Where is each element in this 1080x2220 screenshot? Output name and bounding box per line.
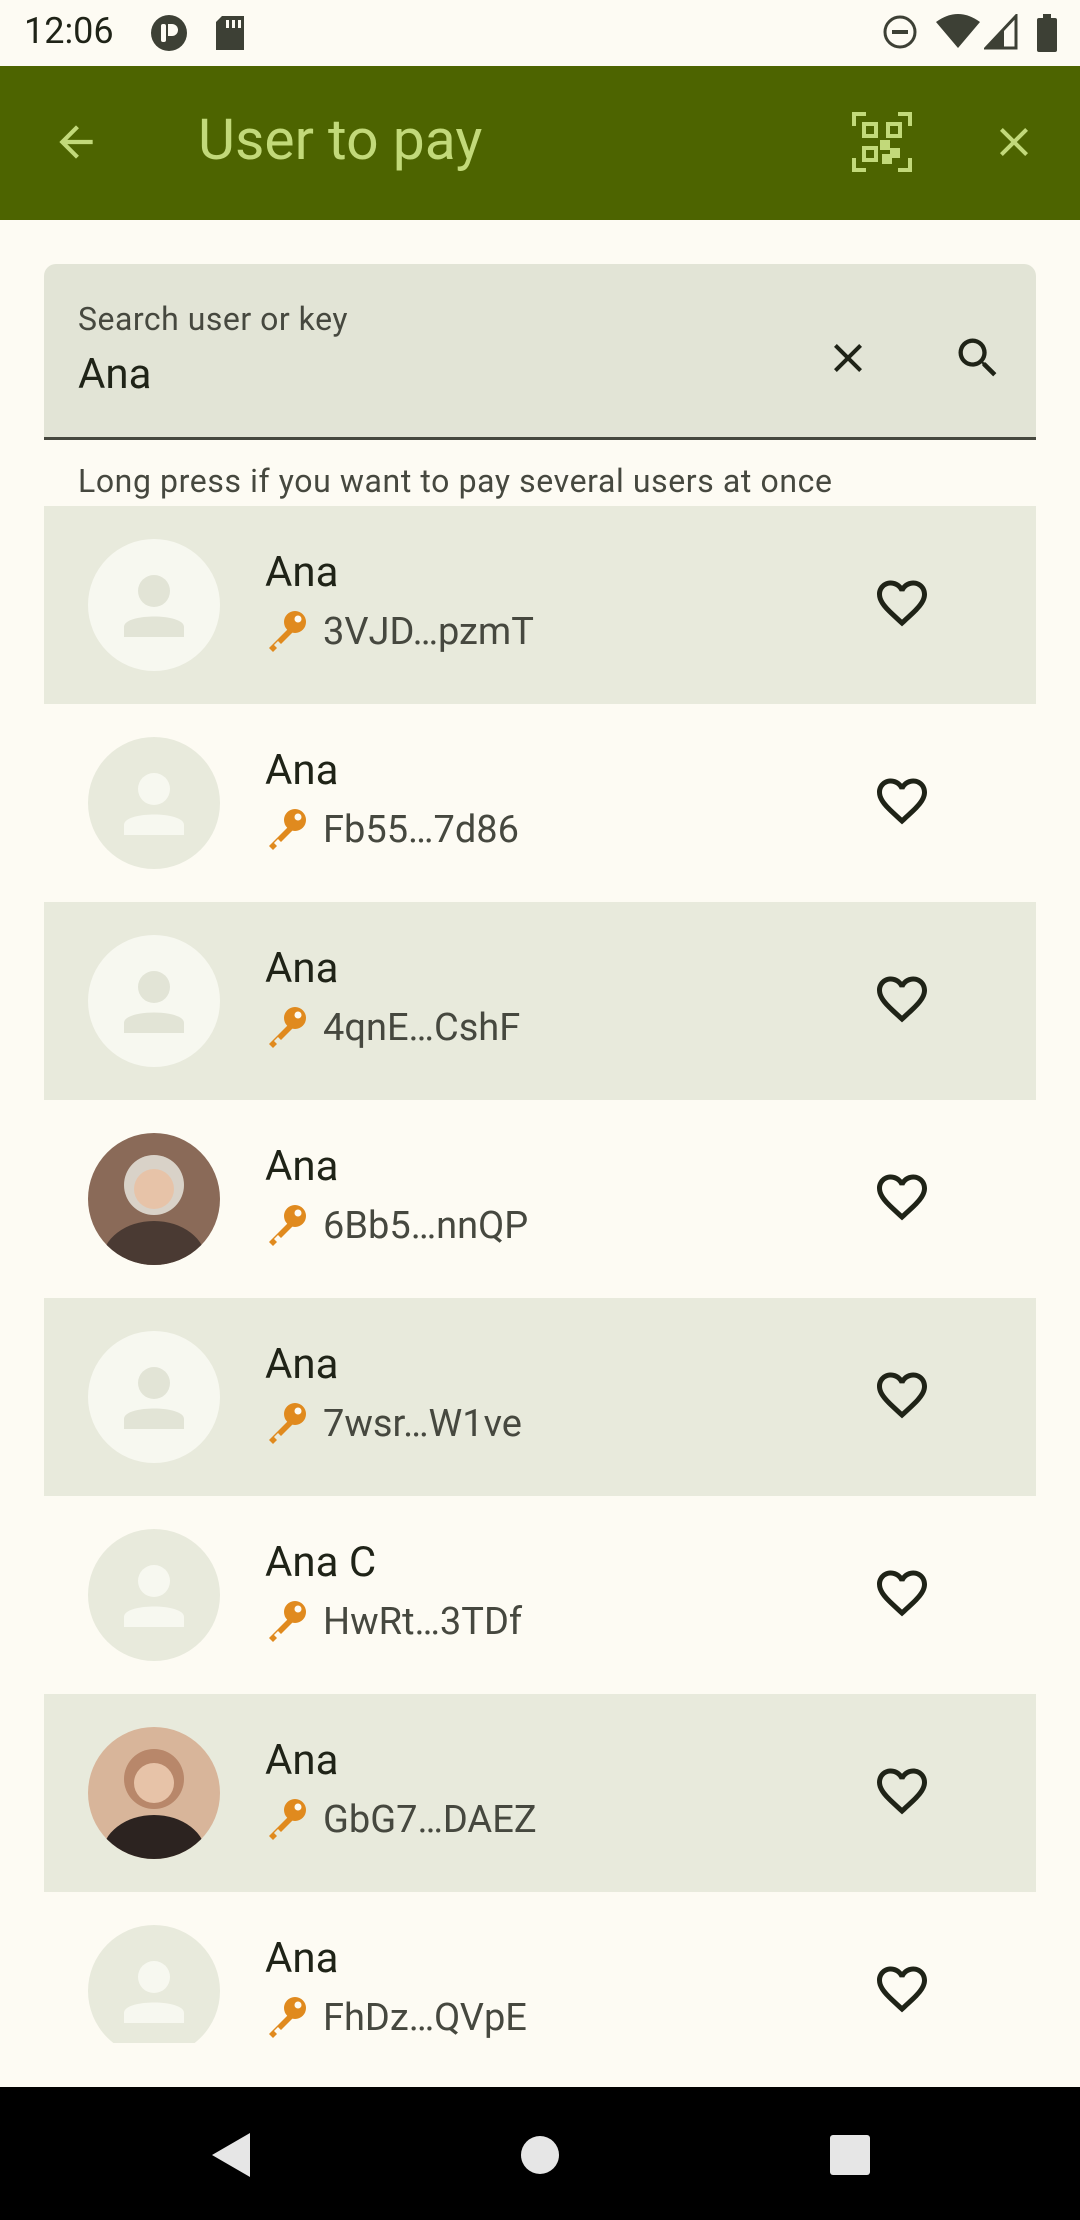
user-row[interactable]: Ana 3VJD…pzmT [44,506,1036,704]
user-key-text: 4qnE…CshF [323,1006,521,1050]
heart-outline-icon [872,771,932,835]
heart-outline-icon [872,1167,932,1231]
search-input[interactable]: Ana [78,350,151,399]
user-key-text: HwRt…3TDf [323,1600,523,1644]
user-key: HwRt…3TDf [265,1600,522,1644]
key-icon [265,1004,309,1052]
key-icon [265,1994,309,2042]
heart-outline-icon [872,1761,932,1825]
user-name: Ana [265,1934,339,1983]
avatar-photo [88,1133,220,1265]
user-name: Ana [265,944,339,993]
user-row[interactable]: Ana 6Bb5…nnQP [44,1100,1036,1298]
nav-home-button[interactable] [510,2127,570,2187]
avatar-photo [88,1727,220,1859]
page-title: User to pay [198,106,483,173]
scan-qr-button[interactable] [844,106,920,182]
clear-icon [824,334,872,386]
multi-select-hint: Long press if you want to pay several us… [78,462,833,500]
key-icon [265,1202,309,1250]
nav-back-button[interactable] [200,2127,260,2187]
user-key: FhDz…QVpE [265,1996,527,2040]
user-name: Ana [265,1142,339,1191]
user-name: Ana [265,1340,339,1389]
favorite-button[interactable] [866,1163,938,1235]
heart-outline-icon [872,969,932,1033]
wifi-icon [936,14,980,54]
nav-recents-icon [829,2134,871,2180]
navigation-bar [0,2087,1080,2220]
sd-card-icon [214,14,246,56]
user-key-text: 7wsr…W1ve [323,1402,522,1446]
user-key: 6Bb5…nnQP [265,1204,528,1248]
favorite-button[interactable] [866,1757,938,1829]
user-name: Ana [265,746,339,795]
heart-outline-icon [872,1959,932,2023]
status-time: 12:06 [24,10,114,52]
user-key: 3VJD…pzmT [265,610,534,654]
search-icon [952,332,1004,388]
user-key-text: FhDz…QVpE [323,1996,527,2040]
back-button[interactable] [38,106,114,182]
favorite-button[interactable] [866,569,938,641]
nav-home-icon [520,2135,560,2179]
user-key-text: Fb55…7d86 [323,808,519,852]
user-row[interactable]: Ana 7wsr…W1ve [44,1298,1036,1496]
close-icon [990,118,1038,170]
close-button[interactable] [976,106,1052,182]
user-key: 4qnE…CshF [265,1006,520,1050]
avatar-placeholder [88,935,220,1067]
nav-back-icon [208,2131,252,2183]
user-list[interactable]: Ana 3VJD…pzmT Ana Fb55…7d86 Ana 4qnE…CshF Ana 6… [44,506,1036,2043]
user-key: GbG7…DAEZ [265,1798,537,1842]
nav-recents-button[interactable] [820,2127,880,2187]
user-row[interactable]: Ana Fb55…7d86 [44,704,1036,902]
clear-search-button[interactable] [812,324,884,396]
user-name: Ana C [265,1538,377,1587]
key-icon [265,608,309,656]
status-bar: 12:06 [0,0,1080,66]
user-key: 7wsr…W1ve [265,1402,522,1446]
user-key-text: 3VJD…pzmT [323,610,534,654]
app-notification-icon [150,14,188,56]
user-key-text: GbG7…DAEZ [323,1798,537,1842]
favorite-button[interactable] [866,767,938,839]
app-bar: User to pay [0,66,1080,220]
battery-icon [1036,14,1058,56]
key-icon [265,1400,309,1448]
signal-icon [982,12,1018,54]
avatar-placeholder [88,1529,220,1661]
arrow-back-icon [51,117,101,171]
favorite-button[interactable] [866,1559,938,1631]
avatar-placeholder [88,737,220,869]
favorite-button[interactable] [866,1361,938,1433]
user-name: Ana [265,548,339,597]
avatar-placeholder [88,539,220,671]
favorite-button[interactable] [866,965,938,1037]
user-row[interactable]: Ana FhDz…QVpE [44,1892,1036,2043]
user-row[interactable]: Ana C HwRt…3TDf [44,1496,1036,1694]
user-name: Ana [265,1736,339,1785]
heart-outline-icon [872,573,932,637]
favorite-button[interactable] [866,1955,938,2027]
search-label: Search user or key [78,300,348,338]
user-key: Fb55…7d86 [265,808,519,852]
key-icon [265,1796,309,1844]
key-icon [265,1598,309,1646]
key-icon [265,806,309,854]
heart-outline-icon [872,1563,932,1627]
user-key-text: 6Bb5…nnQP [323,1204,529,1248]
avatar-placeholder [88,1331,220,1463]
search-field[interactable]: Search user or key Ana [44,264,1036,440]
qr-scan-icon [852,112,912,176]
avatar-placeholder [88,1925,220,2043]
search-button[interactable] [942,324,1014,396]
heart-outline-icon [872,1365,932,1429]
user-row[interactable]: Ana 4qnE…CshF [44,902,1036,1100]
dnd-icon [882,14,918,54]
user-row[interactable]: Ana GbG7…DAEZ [44,1694,1036,1892]
